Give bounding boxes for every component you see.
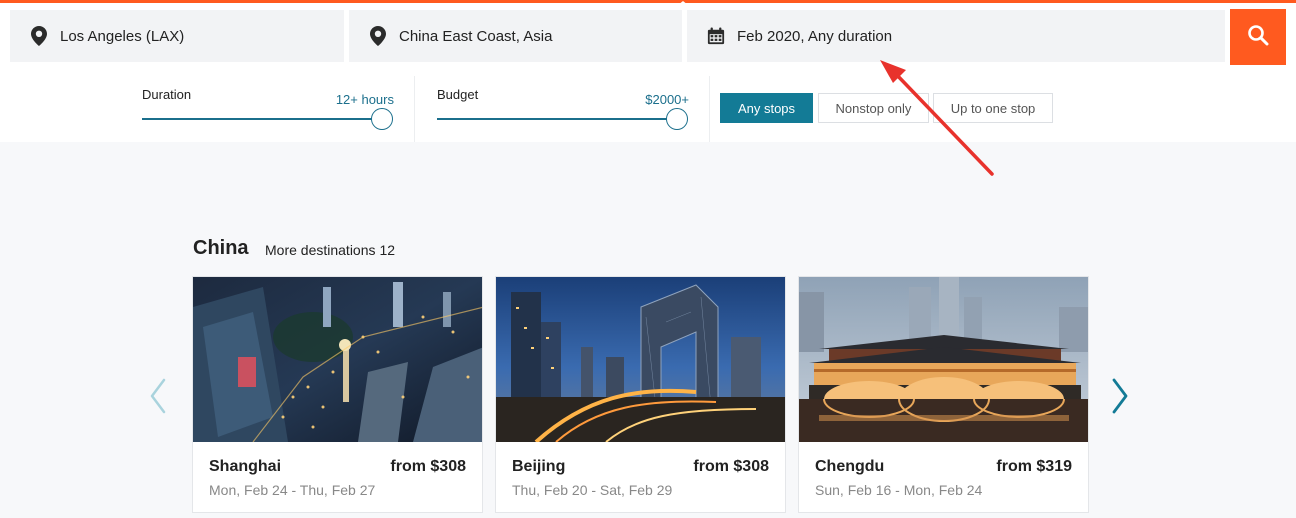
card-city: Chengdu — [815, 458, 885, 475]
budget-label: Budget — [437, 87, 479, 102]
origin-value: Los Angeles (LAX) — [60, 27, 185, 45]
card-price: from $319 — [996, 458, 1072, 475]
search-button[interactable] — [1230, 9, 1286, 65]
destination-field[interactable]: China East Coast, Asia — [349, 10, 682, 62]
more-destinations-count: 12 — [379, 242, 396, 258]
card-dates: Sun, Feb 16 - Mon, Feb 24 — [815, 482, 983, 498]
carousel-next-button[interactable] — [1108, 376, 1132, 416]
budget-track — [437, 118, 677, 120]
shanghai-photo — [193, 277, 482, 443]
header-notch — [678, 1, 688, 5]
accent-line — [0, 0, 1296, 3]
budget-value: $2000+ — [645, 92, 689, 107]
duration-value: 12+ hours — [335, 92, 394, 107]
carousel-prev-button[interactable] — [146, 376, 170, 416]
stops-nonstop-button[interactable]: Nonstop only — [818, 93, 929, 123]
filter-divider — [709, 76, 710, 142]
location-pin-icon — [369, 25, 387, 47]
chengdu-photo — [799, 277, 1088, 442]
date-value: Feb 2020, Any duration — [737, 27, 893, 45]
card-city: Beijing — [512, 458, 566, 475]
destination-value: China East Coast, Asia — [399, 27, 553, 45]
card-city: Shanghai — [209, 458, 282, 475]
card-dates: Thu, Feb 20 - Sat, Feb 29 — [512, 482, 673, 498]
origin-field[interactable]: Los Angeles (LAX) — [10, 10, 344, 62]
budget-handle[interactable] — [666, 108, 688, 130]
filter-divider — [414, 76, 415, 142]
beijing-photo — [496, 277, 785, 444]
more-destinations-label: More destinations — [265, 242, 376, 258]
location-pin-icon — [30, 25, 48, 47]
chevron-right-icon — [1108, 378, 1132, 420]
duration-handle[interactable] — [371, 108, 393, 130]
card-price: from $308 — [390, 458, 466, 475]
card-dates: Mon, Feb 24 - Thu, Feb 27 — [209, 482, 376, 498]
duration-track — [142, 118, 382, 120]
destination-card-beijing[interactable]: Beijing from $308 Thu, Feb 20 - Sat, Feb… — [495, 276, 786, 513]
chevron-left-icon — [146, 378, 170, 420]
date-field[interactable]: Feb 2020, Any duration — [687, 10, 1225, 62]
more-destinations-link[interactable]: More destinations 12 — [265, 242, 395, 258]
stops-one-stop-button[interactable]: Up to one stop — [933, 93, 1053, 123]
duration-label: Duration — [142, 87, 192, 102]
card-price: from $308 — [693, 458, 769, 475]
stops-any-button[interactable]: Any stops — [720, 93, 813, 123]
destination-card-shanghai[interactable]: Shanghai from $308 Mon, Feb 24 - Thu, Fe… — [192, 276, 483, 513]
section-title: China — [193, 237, 249, 259]
search-icon — [1247, 24, 1269, 51]
destination-card-chengdu[interactable]: Chengdu from $319 Sun, Feb 16 - Mon, Feb… — [798, 276, 1089, 513]
calendar-icon — [707, 25, 725, 47]
budget-slider[interactable]: Budget $2000+ — [437, 86, 689, 132]
duration-slider[interactable]: Duration 12+ hours — [142, 86, 394, 132]
